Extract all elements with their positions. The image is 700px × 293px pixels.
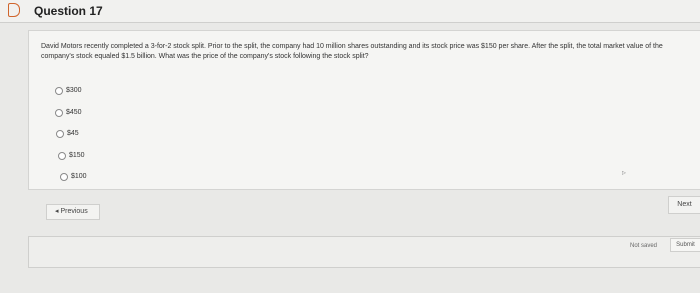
radio-button[interactable] <box>56 130 64 138</box>
radio-button[interactable] <box>60 173 68 181</box>
radio-button[interactable] <box>55 108 63 117</box>
option-label: $150 <box>69 151 85 159</box>
mouse-cursor-icon: ▹ <box>622 168 627 177</box>
question-header: Question 17 <box>0 0 700 23</box>
answer-option[interactable]: $45 <box>56 128 87 140</box>
answer-option[interactable]: $150 <box>58 150 87 162</box>
radio-button[interactable] <box>55 87 63 95</box>
submit-button[interactable]: Submit <box>670 238 700 252</box>
option-label: $45 <box>67 130 79 137</box>
answer-option[interactable]: $100 <box>60 171 87 183</box>
question-text: David Motors recently completed a 3-for-… <box>41 43 663 60</box>
question-title: Question 17 <box>34 4 103 18</box>
option-label: $100 <box>71 173 87 180</box>
option-label: $300 <box>66 87 82 94</box>
flag-icon[interactable] <box>8 3 20 17</box>
footer-bar <box>28 236 700 268</box>
answer-option[interactable]: $300 <box>55 85 87 97</box>
answer-options: $300 $450 $45 $150 $100 <box>55 85 87 193</box>
save-status: Not saved <box>630 243 658 249</box>
option-label: $450 <box>66 108 82 116</box>
previous-label: Previous <box>60 208 88 215</box>
next-button[interactable]: Next <box>668 196 700 214</box>
radio-button[interactable] <box>58 151 66 160</box>
triangle-left-icon: ◂ <box>55 208 59 215</box>
question-panel: David Motors recently completed a 3-for-… <box>28 30 700 190</box>
previous-button[interactable]: ◂ Previous <box>46 204 100 220</box>
answer-option[interactable]: $450 <box>55 107 87 119</box>
